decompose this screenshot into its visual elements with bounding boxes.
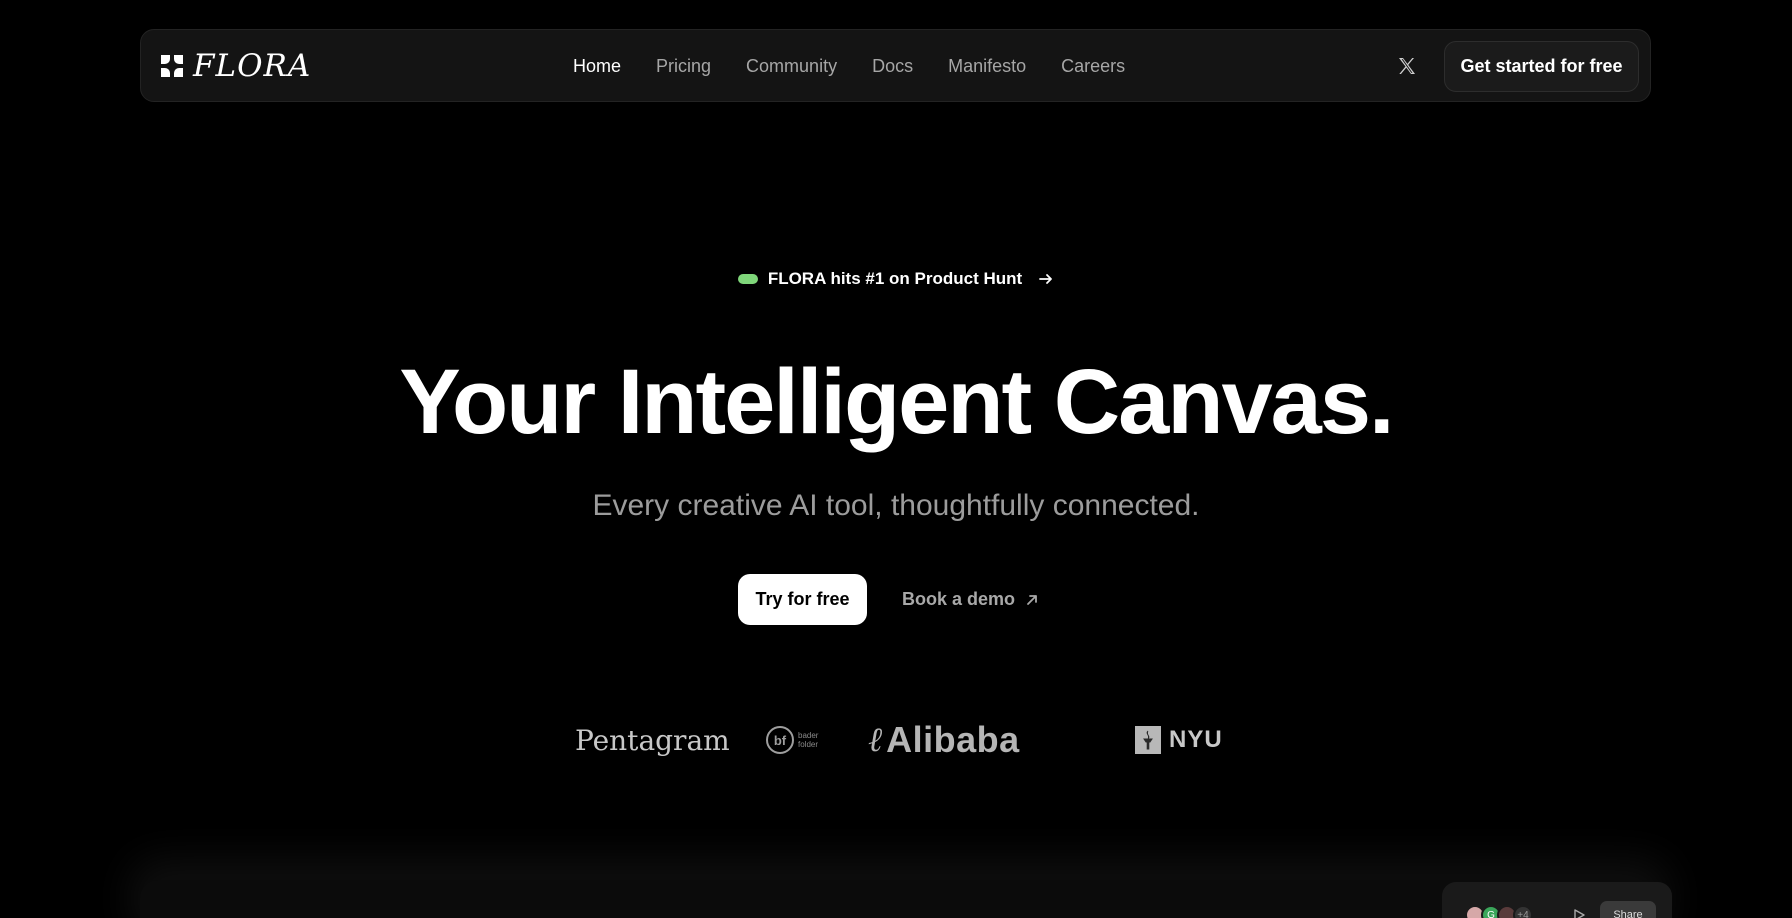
avatar-overflow: +4: [1513, 905, 1533, 918]
hero-title: Your Intelligent Canvas.: [399, 351, 1394, 453]
alibaba-wordmark: Alibaba: [886, 719, 1020, 760]
nyu-logo: NYU: [1135, 712, 1223, 768]
bf-mark: bf: [766, 726, 794, 754]
status-pill: [737, 274, 758, 284]
hero-subtitle: Every creative AI tool, thoughtfully con…: [592, 489, 1200, 522]
flora-logo-icon: [161, 55, 183, 77]
nav-link-community[interactable]: Community: [746, 56, 837, 77]
x-icon[interactable]: [1397, 56, 1417, 76]
announcement-text: FLORA hits #1 on Product Hunt: [767, 269, 1023, 288]
book-demo-link[interactable]: Book a demo: [902, 574, 1039, 625]
nyu-wordmark: NYU: [1169, 726, 1223, 753]
pentagram-logo: Pentagram: [575, 723, 730, 757]
page: FLORA Home Pricing Community Docs Manife…: [0, 0, 1792, 918]
book-demo-label: Book a demo: [902, 589, 1016, 609]
alibaba-logo: ℓ Alibaba: [868, 712, 1020, 768]
brand-logo[interactable]: FLORA: [159, 50, 311, 82]
nav-links: Home Pricing Community Docs Manifesto Ca…: [573, 30, 1160, 103]
app-preview: [140, 880, 1660, 918]
alibaba-mark-icon: ℓ: [868, 720, 883, 760]
bader-folder-logo: bf bader folder: [766, 712, 818, 768]
nav-link-docs[interactable]: Docs: [872, 56, 913, 77]
announcement-link[interactable]: FLORA hits #1 on Product Hunt: [0, 266, 1792, 292]
try-for-free-button[interactable]: Try for free: [738, 574, 867, 625]
client-logos: Pentagram bf bader folder ℓ Alibaba NYU: [0, 712, 1792, 768]
nav-link-manifesto[interactable]: Manifesto: [948, 56, 1026, 77]
nyu-torch-icon: [1135, 726, 1161, 754]
nav-link-home[interactable]: Home: [573, 56, 621, 77]
arrow-up-right-icon: [1027, 594, 1037, 605]
top-navbar: FLORA Home Pricing Community Docs Manife…: [140, 29, 1651, 102]
nav-link-pricing[interactable]: Pricing: [656, 56, 711, 77]
share-button[interactable]: Share: [1600, 901, 1656, 918]
arrow-right-icon: [1039, 274, 1053, 284]
bf-text: bader folder: [798, 731, 819, 749]
brand-wordmark: FLORA: [193, 48, 312, 84]
get-started-button[interactable]: Get started for free: [1444, 41, 1639, 92]
play-icon[interactable]: [1572, 908, 1586, 918]
nav-link-careers[interactable]: Careers: [1061, 56, 1125, 77]
